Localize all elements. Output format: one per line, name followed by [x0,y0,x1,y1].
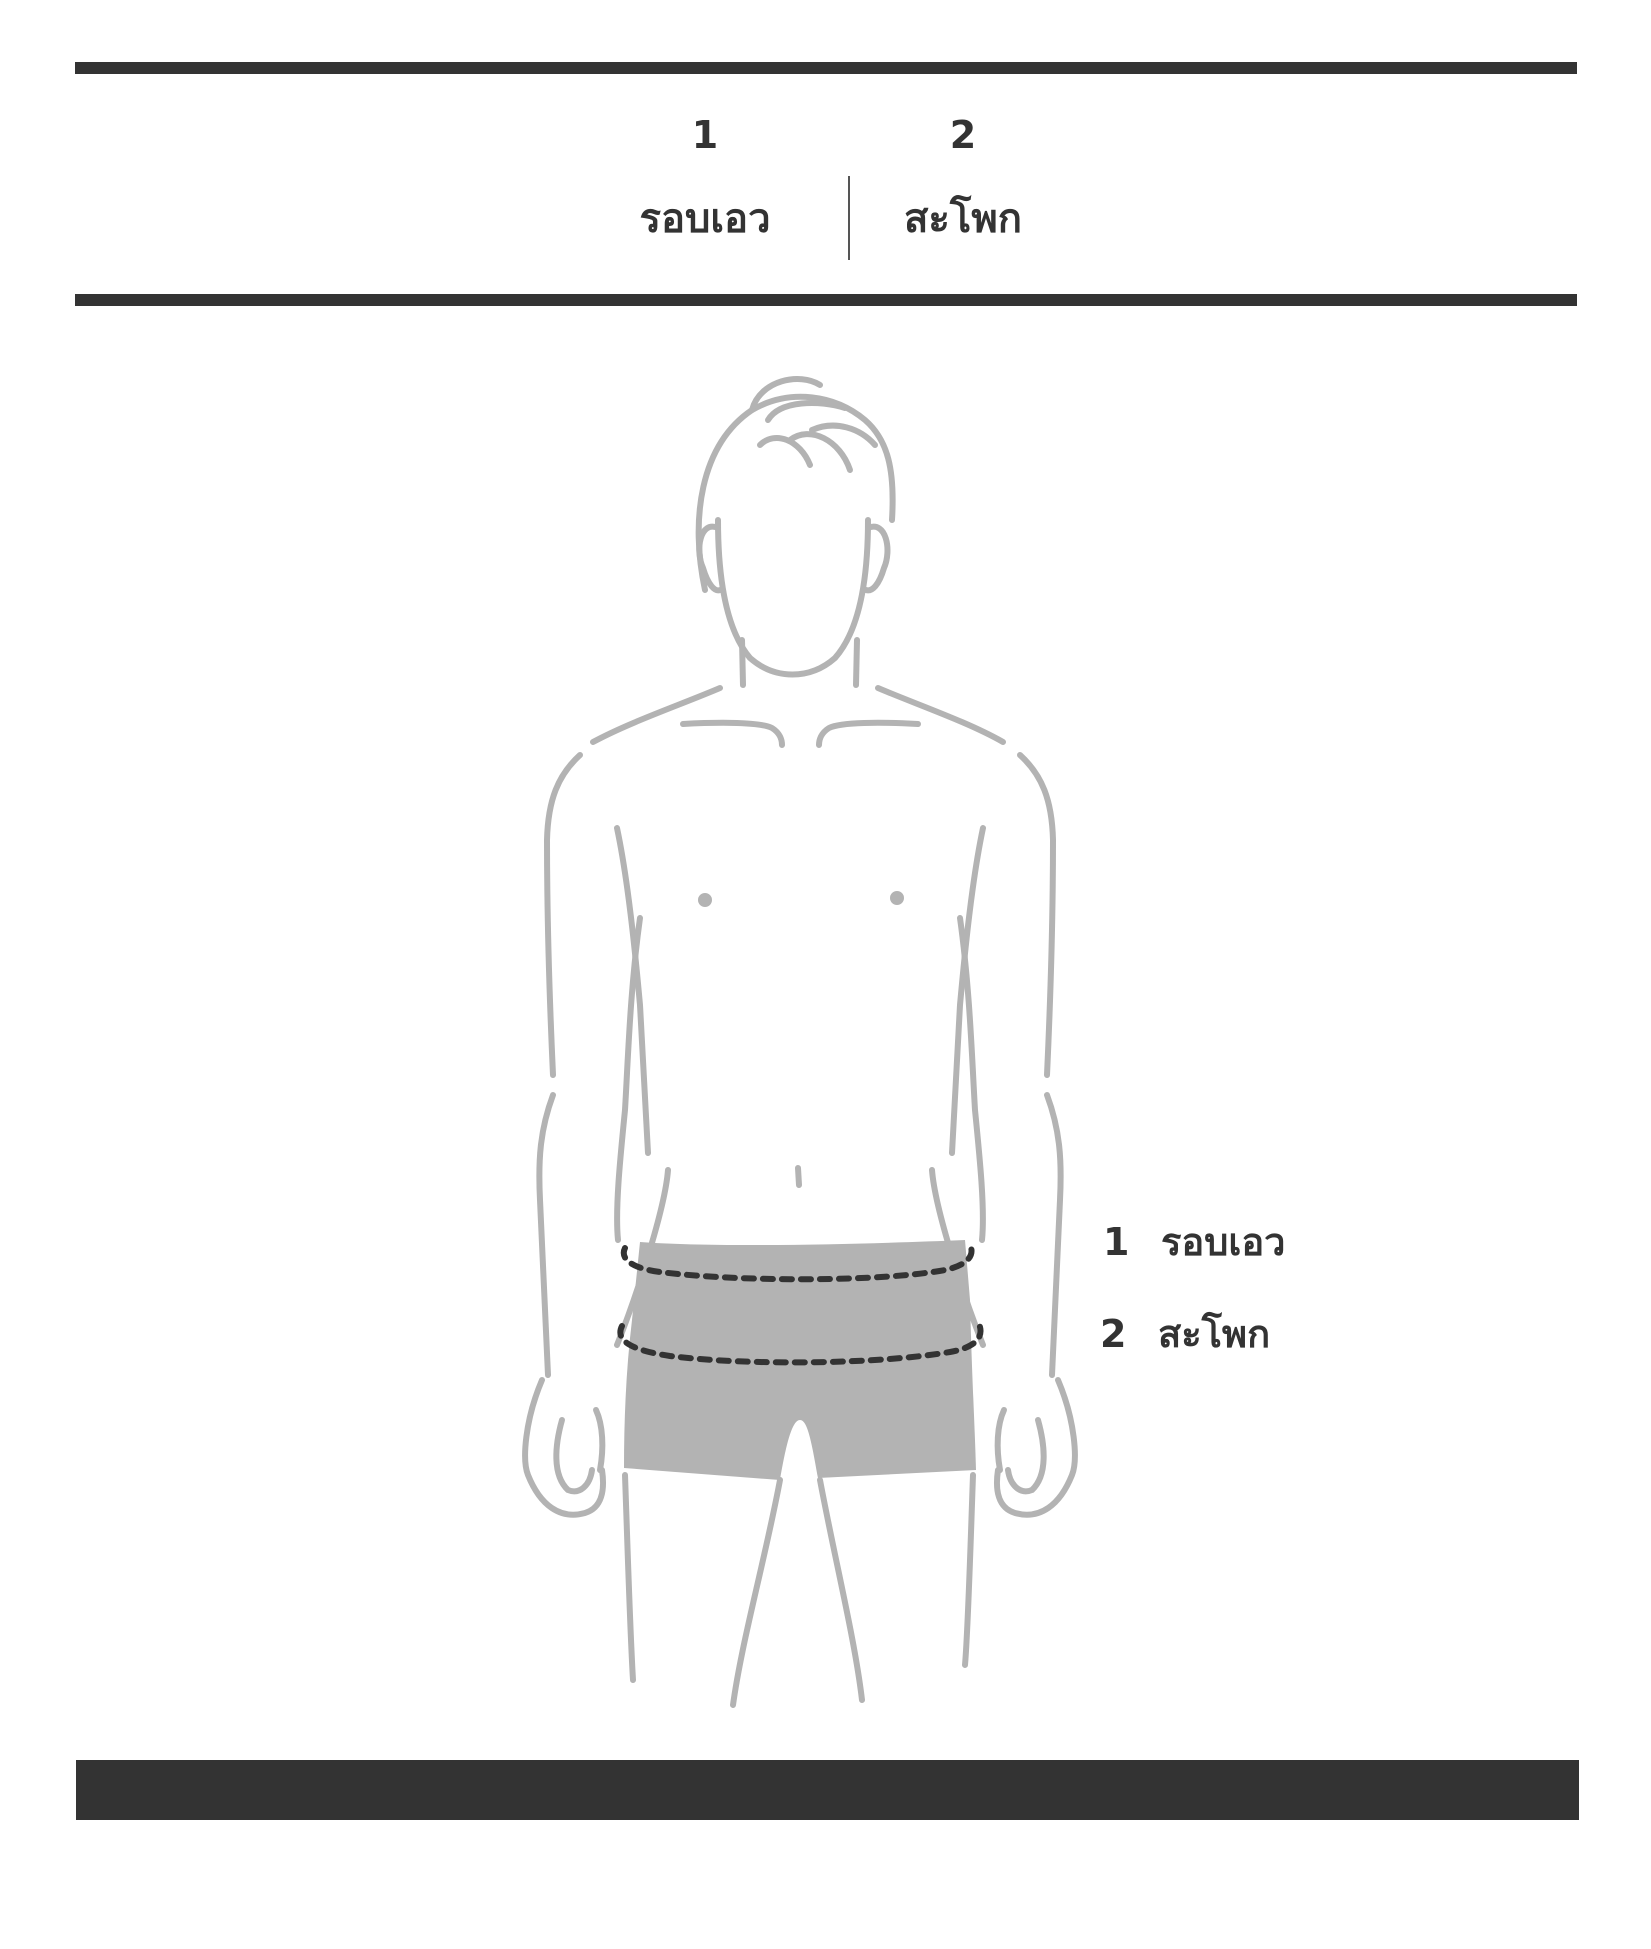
navel [795,1165,802,1188]
legend-number: 2 [1100,1312,1127,1356]
leg-left-outer [622,1472,636,1683]
collarbone-right [816,719,921,748]
leg-right-inner [817,1477,865,1703]
hand-right [994,1377,1078,1518]
hand-right-fingers [994,1407,1007,1473]
collarbone-left [680,719,785,748]
hand-right-thumb [1005,1417,1047,1495]
legend-label: สะโพก [1158,1312,1271,1356]
hair-curl [757,434,813,468]
hand-left-thumb [553,1417,595,1495]
legend-label: รอบเอว [1161,1220,1286,1264]
torso-left [614,915,643,1243]
legend-item-hip: 2 สะโพก [1100,1306,1270,1362]
neck-right [853,637,860,688]
leg-right-outer [962,1472,976,1668]
leg-left-inner [730,1477,783,1708]
legend-number: 1 [1103,1220,1130,1264]
hand-left-fingers [593,1407,606,1473]
shoulder-left [590,685,723,745]
footer-bar [76,1760,1579,1820]
nipple-left [698,893,712,907]
hand-left [522,1377,606,1518]
body-measurement-illustration [522,376,1078,1708]
arm-left-outer [544,752,583,1078]
arm-right-outer [1017,752,1056,1078]
forearm-left-outer [536,1092,556,1378]
neck-left [739,637,746,688]
torso-right [957,915,986,1243]
forearm-right-outer [1044,1092,1064,1378]
legend-item-waist: 1 รอบเอว [1103,1214,1286,1270]
nipple-right [890,891,904,905]
hair-curl [765,400,848,423]
shoulder-right [875,685,1006,745]
